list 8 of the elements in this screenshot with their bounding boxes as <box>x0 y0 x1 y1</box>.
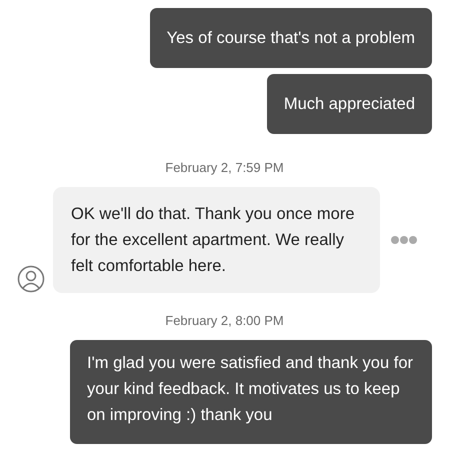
timestamp: February 2, 7:59 PM <box>165 160 284 175</box>
more-options-icon[interactable] <box>390 235 418 245</box>
avatar-icon[interactable] <box>17 265 45 293</box>
message-bubble: Yes of course that's not a problem <box>150 8 432 68</box>
message-bubble: I'm glad you were satisfied and thank you for your kind feedback. It motivates us to keep on improving :) thank you <box>70 340 432 444</box>
message-bubble: Much appreciated <box>266 74 432 134</box>
timestamp: February 2, 8:00 PM <box>165 313 284 328</box>
message-bubble: OK we'll do that. Thank you once more for the excellent apartment. We really felt comfortable here. <box>53 187 380 293</box>
